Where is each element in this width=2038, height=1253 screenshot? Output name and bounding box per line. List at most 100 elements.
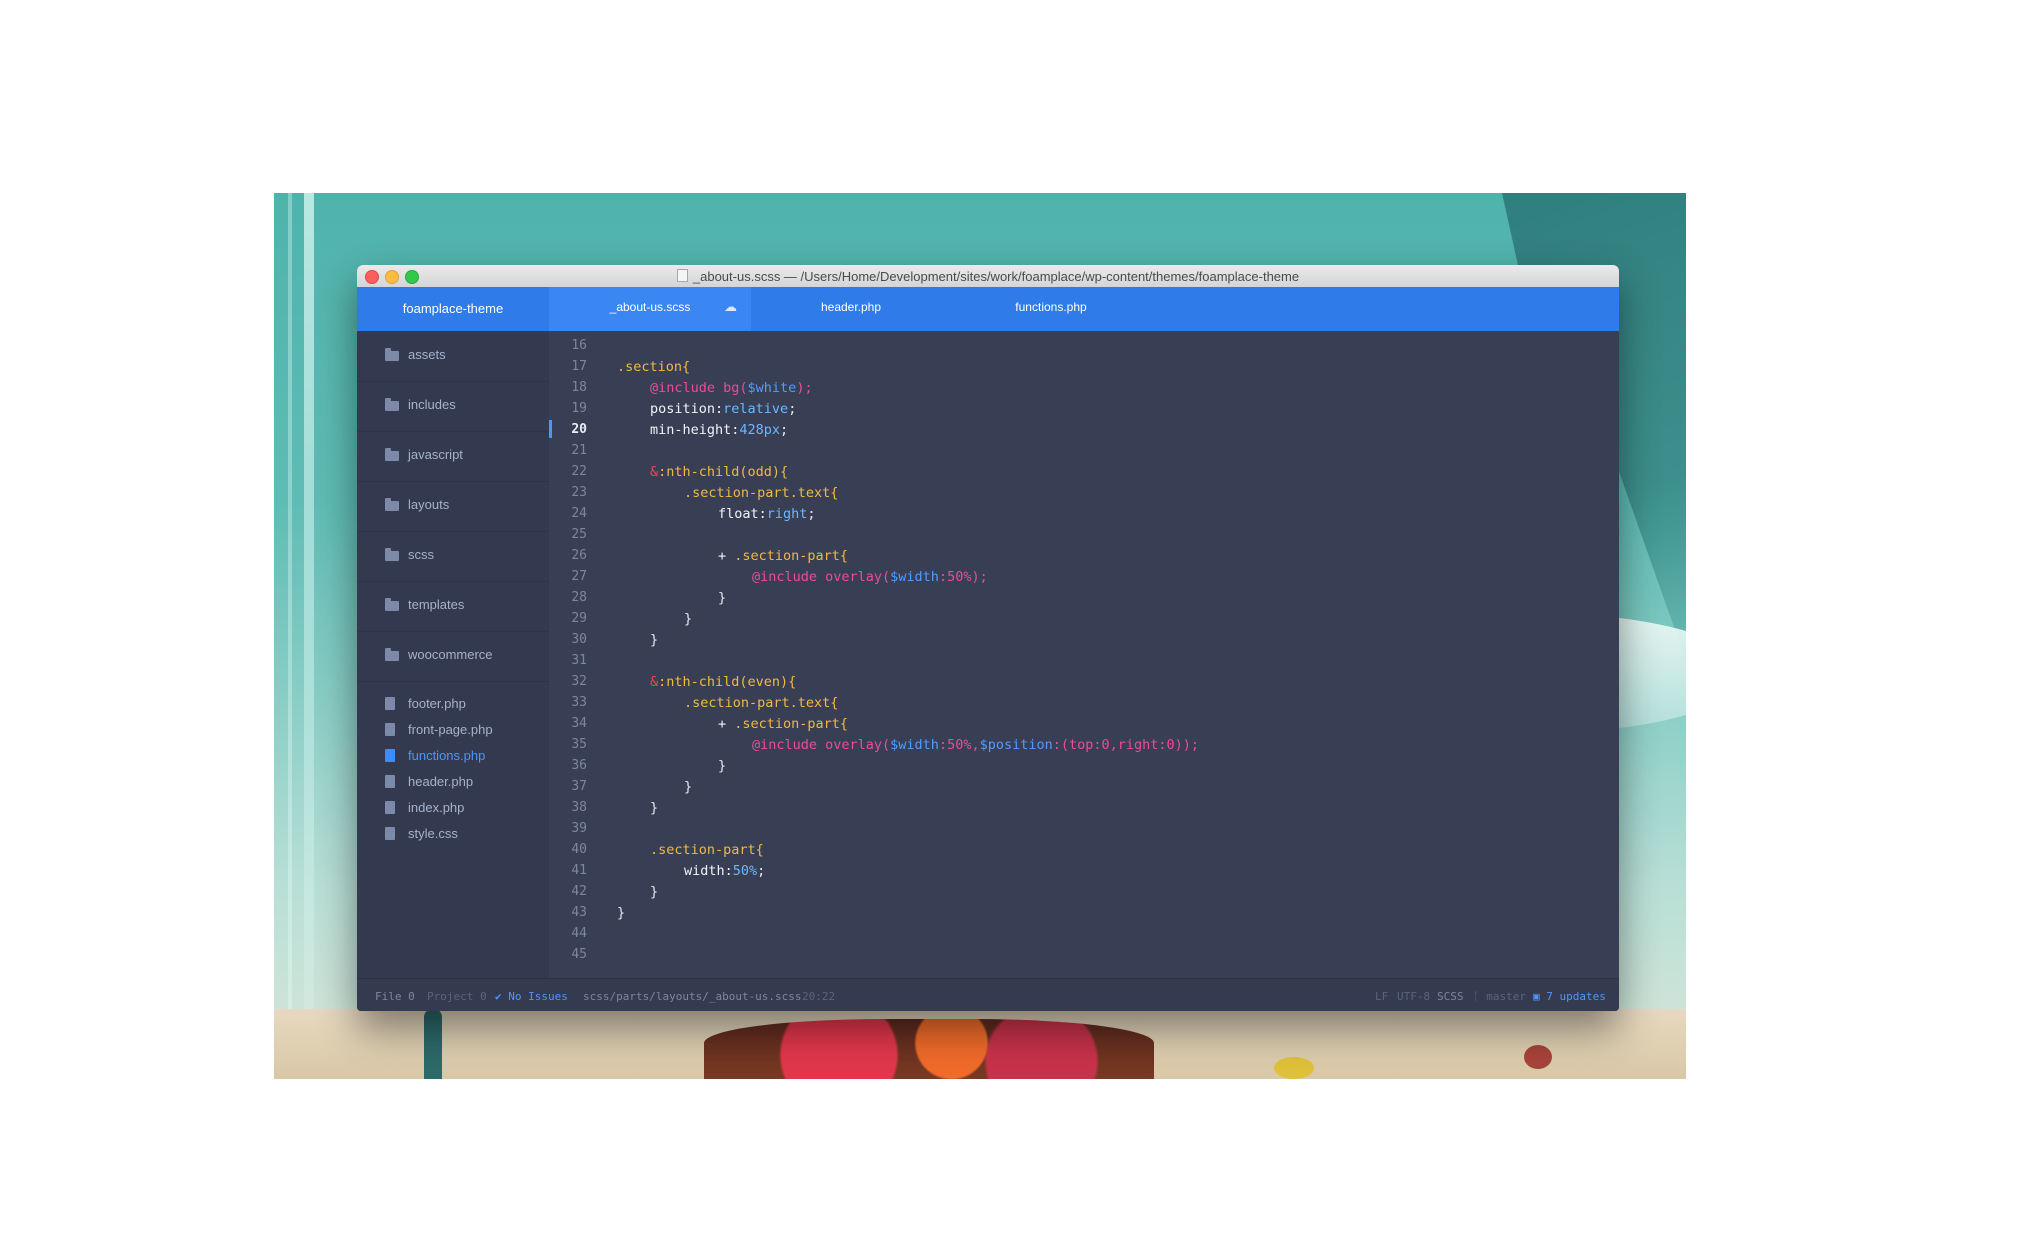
line-number: 26 xyxy=(571,548,587,563)
file-icon xyxy=(385,775,395,788)
package-icon: ▣ xyxy=(1533,990,1540,1003)
file-label: index.php xyxy=(408,800,465,815)
sidebar-file-header-php[interactable]: header.php xyxy=(357,769,549,795)
status-encoding[interactable]: UTF-8 xyxy=(1397,990,1430,1003)
sidebar-file-style-css[interactable]: style.css xyxy=(357,821,549,847)
wallpaper-plant xyxy=(424,1009,442,1079)
code-token: } xyxy=(650,884,659,900)
sidebar-file-functions-php[interactable]: functions.php xyxy=(357,743,549,769)
code-token: } xyxy=(718,590,727,606)
wallpaper-light-beam xyxy=(304,193,314,1079)
sidebar-folder-scss[interactable]: scss xyxy=(357,531,549,582)
status-project-count[interactable]: Project 0 xyxy=(427,990,487,1003)
status-file-path[interactable]: scss/parts/layouts/_about-us.scss xyxy=(583,990,802,1003)
line-number: 35 xyxy=(571,737,587,752)
code-token: ; xyxy=(757,863,766,879)
sidebar-folder-javascript[interactable]: javascript xyxy=(357,431,549,482)
code-token: $position xyxy=(979,737,1053,753)
sidebar-folder-assets[interactable]: assets xyxy=(357,331,549,382)
code-token: .section-part{ xyxy=(734,548,849,564)
tab-header-php[interactable]: header.php xyxy=(751,287,951,331)
line-number: 40 xyxy=(571,842,587,857)
sidebar-file-footer-php[interactable]: footer.php xyxy=(357,691,549,717)
line-number: 21 xyxy=(571,443,587,458)
code-token: .section-part.text{ xyxy=(684,695,839,711)
status-file-count[interactable]: File 0 xyxy=(375,990,415,1003)
folder-label: scss xyxy=(408,547,434,562)
code-token: .section-part{ xyxy=(734,716,849,732)
code-token: & xyxy=(650,464,659,480)
sidebar-folder-woocommerce[interactable]: woocommerce xyxy=(357,631,549,682)
code-line-27: @include overlay($width:50%); xyxy=(752,569,988,585)
wallpaper-fish xyxy=(1274,1057,1314,1079)
status-grammar[interactable]: SCSS xyxy=(1437,990,1464,1003)
check-icon: ✔ xyxy=(495,990,502,1003)
sidebar-folder-layouts[interactable]: layouts xyxy=(357,481,549,532)
status-cursor-position[interactable]: 20:22 xyxy=(802,990,835,1003)
line-number: 27 xyxy=(571,569,587,584)
tab-about-us-scss[interactable]: _about-us.scss ☁ xyxy=(549,287,751,334)
status-issues[interactable]: ✔ No Issues xyxy=(495,990,568,1003)
line-number: 23 xyxy=(571,485,587,500)
status-line-ending[interactable]: LF xyxy=(1375,990,1388,1003)
code-token: } xyxy=(684,611,693,627)
code-token: min-height: xyxy=(650,422,740,438)
code-line-34: + .section-part{ xyxy=(718,716,848,732)
line-number: 19 xyxy=(571,401,587,416)
code-line-35: @include overlay($width:50%,$position:(t… xyxy=(752,737,1199,753)
line-number: 22 xyxy=(571,464,587,479)
code-editor[interactable]: 16 17 18 19 20 21 22 23 24 25 26 27 28 2… xyxy=(549,331,1619,978)
folder-icon xyxy=(385,648,399,661)
tab-functions-php[interactable]: functions.php xyxy=(951,287,1151,331)
wallpaper-light-beam xyxy=(288,193,292,1079)
code-token: float: xyxy=(718,506,767,522)
window-titlebar[interactable]: _about-us.scss — /Users/Home/Development… xyxy=(357,265,1619,288)
line-number: 44 xyxy=(571,926,587,941)
code-line-28: } xyxy=(718,590,726,606)
line-number: 32 xyxy=(571,674,587,689)
code-token: :nth-child(even){ xyxy=(658,674,797,690)
status-git-branch[interactable]: ᚴ master xyxy=(1473,990,1526,1003)
folder-label: woocommerce xyxy=(408,647,493,662)
cloud-icon[interactable]: ☁ xyxy=(724,287,737,327)
line-number: 41 xyxy=(571,863,587,878)
tab-label: functions.php xyxy=(1015,300,1087,314)
code-line-42: } xyxy=(650,884,658,900)
status-updates-label: 7 updates xyxy=(1546,990,1606,1003)
code-line-32: &:nth-child(even){ xyxy=(650,674,796,690)
wallpaper-coral xyxy=(704,1019,1154,1079)
code-token: ; xyxy=(807,506,816,522)
file-label: header.php xyxy=(408,774,474,789)
code-line-17: .section{ xyxy=(617,359,690,375)
tab-bar: foamplace-theme _about-us.scss ☁ header.… xyxy=(357,287,1619,334)
code-token: width: xyxy=(684,863,733,879)
code-token: :50%, xyxy=(938,737,980,753)
sidebar-folder-templates[interactable]: templates xyxy=(357,581,549,632)
wallpaper-rock xyxy=(1524,1045,1552,1069)
code-token: $width xyxy=(890,737,939,753)
line-number: 34 xyxy=(571,716,587,731)
sidebar-folder-includes[interactable]: includes xyxy=(357,381,549,432)
sidebar-file-index-php[interactable]: index.php xyxy=(357,795,549,821)
status-updates[interactable]: ▣ 7 updates xyxy=(1533,990,1606,1003)
sidebar-file-front-page-php[interactable]: front-page.php xyxy=(357,717,549,743)
code-line-24: float:right; xyxy=(718,506,816,522)
code-token: ); xyxy=(971,569,988,585)
line-number: 36 xyxy=(571,758,587,773)
line-number: 37 xyxy=(571,779,587,794)
code-token: right xyxy=(766,506,808,522)
project-title[interactable]: foamplace-theme xyxy=(357,287,549,331)
folder-icon xyxy=(385,448,399,461)
file-label: style.css xyxy=(408,826,458,841)
file-icon xyxy=(385,749,395,762)
folder-icon xyxy=(385,548,399,561)
line-number: 43 xyxy=(571,905,587,920)
code-token: ); xyxy=(796,380,813,396)
code-token: & xyxy=(650,674,659,690)
code-token: } xyxy=(718,758,727,774)
line-number: 24 xyxy=(571,506,587,521)
code-token: ); xyxy=(1182,737,1200,753)
code-line-20: min-height:428px; xyxy=(650,422,788,438)
folder-icon xyxy=(385,348,399,361)
branch-icon: ᚴ xyxy=(1473,990,1480,1003)
